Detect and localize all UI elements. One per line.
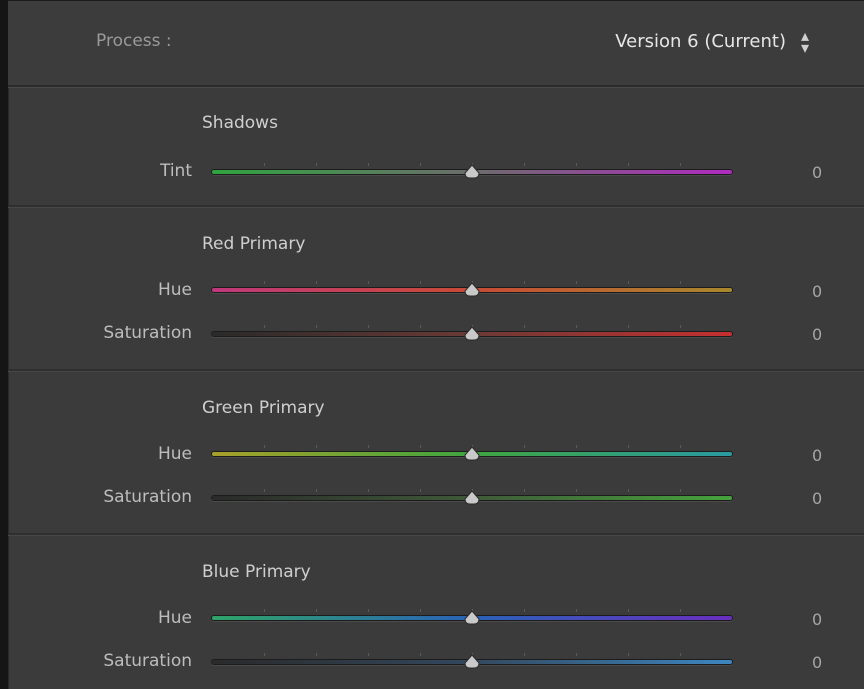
section-title-green-primary: Green Primary xyxy=(202,398,325,418)
section-title-shadows: Shadows xyxy=(202,113,278,133)
slider-tick xyxy=(680,445,681,448)
section-title-blue-primary: Blue Primary xyxy=(202,562,311,582)
slider-green-hue[interactable] xyxy=(212,443,736,465)
row-label-green-hue: Hue xyxy=(157,444,192,464)
slider-tick xyxy=(420,609,421,612)
slider-tick xyxy=(368,609,369,612)
value-green-hue[interactable]: 0 xyxy=(812,446,822,465)
slider-tick xyxy=(420,281,421,284)
value-shadows-tint[interactable]: 0 xyxy=(812,163,822,182)
slider-tick xyxy=(264,163,265,166)
slider-tick xyxy=(420,325,421,328)
slider-tick xyxy=(680,653,681,656)
slider-tick xyxy=(420,163,421,166)
slider-tick xyxy=(628,653,629,656)
slider-blue-hue[interactable] xyxy=(212,607,736,629)
panel-left-edge xyxy=(0,0,8,689)
slider-tick xyxy=(524,163,525,166)
slider-tick xyxy=(628,325,629,328)
slider-tick xyxy=(316,445,317,448)
value-blue-hue[interactable]: 0 xyxy=(812,610,822,629)
slider-tick xyxy=(576,163,577,166)
row-label-red-hue: Hue xyxy=(157,280,192,300)
slider-tick xyxy=(368,445,369,448)
row-label-green-saturation: Saturation xyxy=(103,487,192,507)
slider-tick xyxy=(264,281,265,284)
slider-tick xyxy=(368,281,369,284)
slider-tick xyxy=(368,653,369,656)
slider-tick xyxy=(628,609,629,612)
row-label-red-saturation: Saturation xyxy=(103,323,192,343)
slider-tick xyxy=(420,489,421,492)
slider-tick xyxy=(524,445,525,448)
slider-tick xyxy=(680,325,681,328)
slider-tick xyxy=(316,653,317,656)
slider-tick xyxy=(368,325,369,328)
section-divider xyxy=(8,369,864,371)
slider-red-saturation[interactable] xyxy=(212,323,736,345)
slider-tick xyxy=(680,163,681,166)
slider-tick xyxy=(264,609,265,612)
slider-tick xyxy=(628,489,629,492)
slider-tick xyxy=(524,281,525,284)
slider-tick xyxy=(680,609,681,612)
slider-tick xyxy=(264,445,265,448)
value-red-saturation[interactable]: 0 xyxy=(812,325,822,344)
process-label: Process : xyxy=(96,31,172,51)
slider-tick xyxy=(524,653,525,656)
slider-tick xyxy=(368,489,369,492)
row-label-shadows-tint: Tint xyxy=(159,161,192,181)
slider-tick xyxy=(264,489,265,492)
slider-tick xyxy=(420,445,421,448)
slider-green-saturation[interactable] xyxy=(212,487,736,509)
section-title-red-primary: Red Primary xyxy=(202,234,306,254)
section-divider xyxy=(8,205,864,207)
slider-tick xyxy=(576,281,577,284)
slider-tick xyxy=(524,489,525,492)
slider-tick xyxy=(524,325,525,328)
slider-tick xyxy=(316,163,317,166)
slider-tick xyxy=(524,609,525,612)
slider-red-hue[interactable] xyxy=(212,279,736,301)
row-label-blue-saturation: Saturation xyxy=(103,651,192,671)
process-header: Process : Version 6 (Current) ▴ ▾ xyxy=(8,0,864,87)
row-label-blue-hue: Hue xyxy=(157,608,192,628)
slider-tick xyxy=(368,163,369,166)
slider-tick xyxy=(576,445,577,448)
slider-tick xyxy=(680,281,681,284)
value-blue-saturation[interactable]: 0 xyxy=(812,653,822,672)
slider-shadows-tint[interactable] xyxy=(212,161,736,183)
slider-tick xyxy=(680,489,681,492)
slider-tick xyxy=(576,653,577,656)
up-down-arrows-icon[interactable]: ▴ ▾ xyxy=(798,28,812,56)
slider-tick xyxy=(316,609,317,612)
value-red-hue[interactable]: 0 xyxy=(812,282,822,301)
slider-tick xyxy=(420,653,421,656)
slider-tick xyxy=(576,489,577,492)
slider-blue-saturation[interactable] xyxy=(212,651,736,673)
slider-tick xyxy=(316,325,317,328)
slider-tick xyxy=(264,653,265,656)
slider-tick xyxy=(628,445,629,448)
slider-tick xyxy=(264,325,265,328)
slider-tick xyxy=(316,489,317,492)
process-version-select[interactable]: Version 6 (Current) xyxy=(615,31,786,52)
slider-tick xyxy=(316,281,317,284)
slider-tick xyxy=(576,609,577,612)
slider-tick xyxy=(628,281,629,284)
value-green-saturation[interactable]: 0 xyxy=(812,489,822,508)
slider-tick xyxy=(628,163,629,166)
slider-tick xyxy=(576,325,577,328)
section-divider xyxy=(8,533,864,535)
